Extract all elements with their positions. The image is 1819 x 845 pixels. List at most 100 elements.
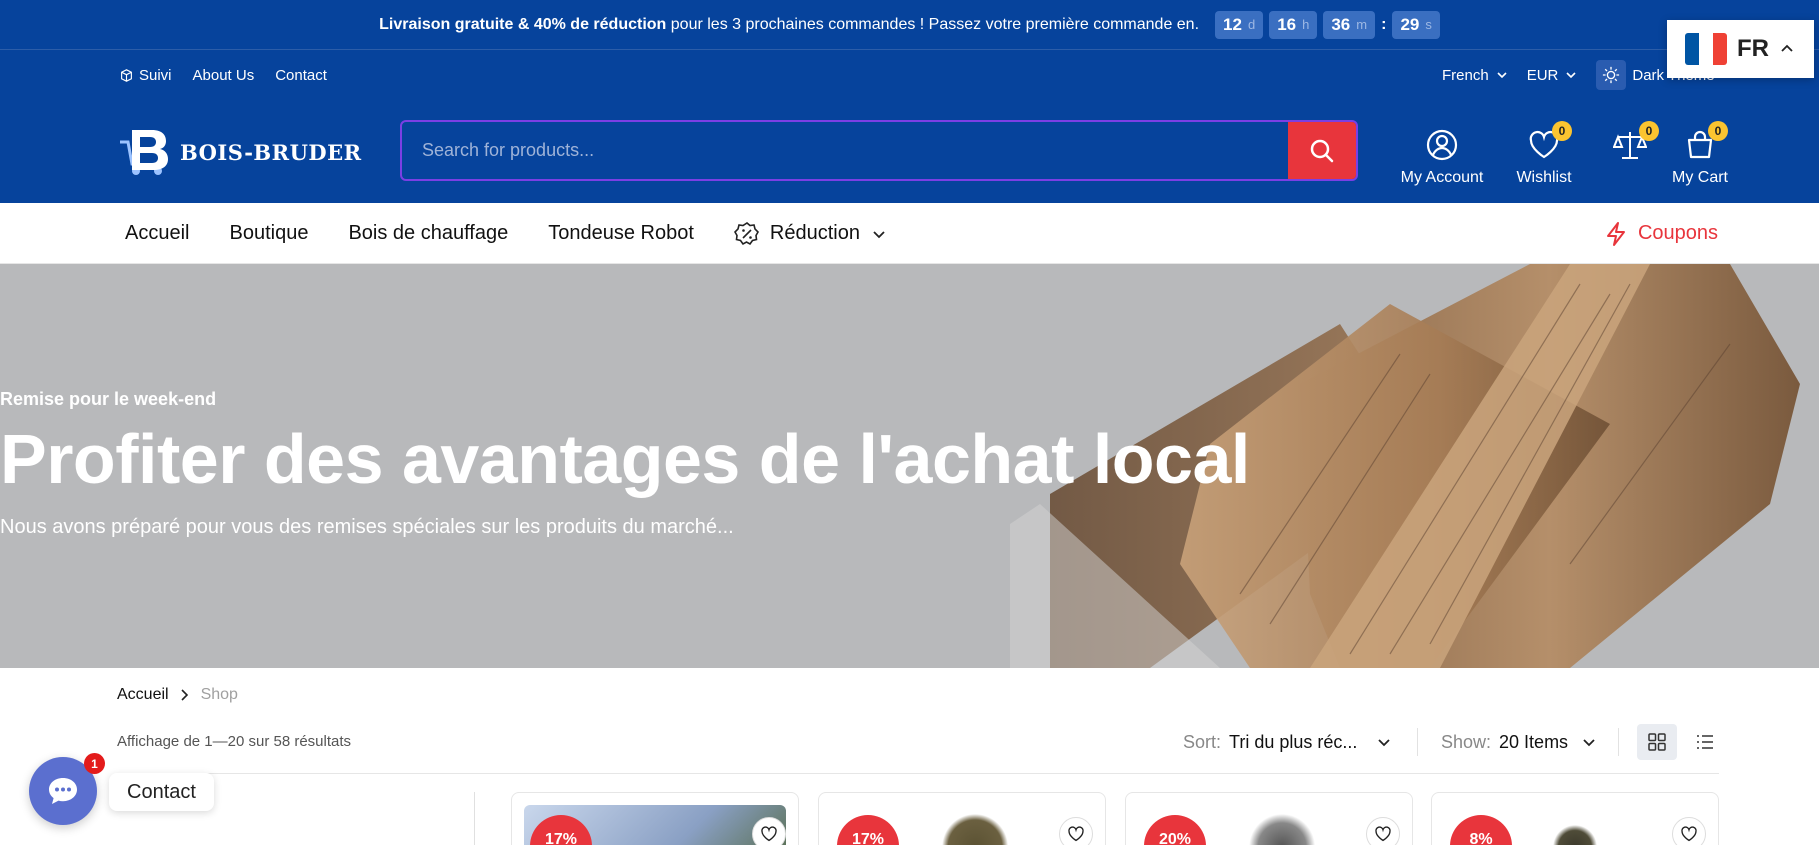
countdown-seconds: 29 s: [1392, 10, 1440, 39]
compare-label-spacer: [1628, 169, 1632, 187]
sort-value: Tri du plus réc...: [1229, 731, 1358, 752]
add-to-wishlist-button[interactable]: [1366, 817, 1400, 845]
logo-text: BOIS-BRUDER: [180, 139, 362, 165]
chat-contact-label[interactable]: Contact: [109, 773, 214, 811]
compare-count-badge: 0: [1639, 121, 1659, 141]
language-select[interactable]: French: [1442, 67, 1509, 84]
product-card[interactable]: 17%: [511, 792, 799, 845]
sort-select[interactable]: Sort: Tri du plus réc...: [1183, 724, 1393, 760]
wishlist-label: Wishlist: [1516, 169, 1572, 186]
show-value: 20 Items: [1499, 731, 1569, 752]
countdown-hours-unit: h: [1302, 17, 1310, 32]
countdown: 12 d 16 h 36 m : 29 s: [1215, 10, 1440, 39]
countdown-separator: :: [1381, 15, 1387, 33]
promo-bold: Livraison gratuite & 40% de réduction: [379, 15, 667, 33]
product-card[interactable]: 20%: [1125, 792, 1413, 845]
countdown-days: 12 d: [1215, 10, 1264, 39]
cart-count-badge: 0: [1708, 121, 1728, 141]
chevron-down-icon: [1566, 72, 1576, 79]
search-input[interactable]: [402, 122, 1288, 179]
nav-item-reduction[interactable]: Réduction: [733, 221, 888, 247]
countdown-seconds-value: 29: [1400, 14, 1420, 34]
chevron-down-icon: [873, 230, 885, 238]
language-switcher[interactable]: FR: [1667, 20, 1814, 78]
view-toggle: [1637, 724, 1725, 760]
add-to-wishlist-button[interactable]: [752, 817, 786, 845]
coupons-link[interactable]: Coupons: [1604, 203, 1718, 264]
search-button[interactable]: [1288, 122, 1356, 179]
promo-bar: Livraison gratuite & 40% de réduction po…: [0, 0, 1819, 49]
countdown-minutes-value: 36: [1331, 14, 1351, 34]
wishlist-count-badge: 0: [1552, 121, 1572, 141]
promo-message: Livraison gratuite & 40% de réduction po…: [379, 16, 1199, 34]
nav-item-accueil[interactable]: Accueil: [125, 222, 189, 245]
add-to-wishlist-button[interactable]: [1059, 817, 1093, 845]
hero-kicker: Remise pour le week-end: [0, 389, 217, 409]
my-account-button[interactable]: My Account: [1392, 117, 1492, 187]
main-nav: Accueil Boutique Bois de chauffage Tonde…: [0, 203, 1819, 264]
search-icon: [1310, 139, 1334, 162]
currency-select[interactable]: EUR: [1527, 67, 1579, 84]
my-cart-button[interactable]: 0 My Cart: [1664, 117, 1736, 187]
breadcrumb: Accueil Shop: [117, 686, 238, 704]
nav-item-reduction-label: Réduction: [769, 222, 860, 244]
chat-launcher-button[interactable]: 1: [29, 753, 105, 825]
box-icon: [121, 68, 132, 82]
list-icon: [1697, 735, 1713, 749]
my-cart-label: My Cart: [1672, 169, 1728, 186]
chat-bubble-icon: [49, 778, 77, 804]
chevron-down-icon: [1497, 72, 1507, 79]
wishlist-button[interactable]: 0 Wishlist: [1492, 117, 1596, 187]
countdown-hours-value: 16: [1277, 14, 1297, 34]
breadcrumb-home[interactable]: Accueil: [117, 686, 169, 704]
compare-button[interactable]: 0: [1596, 117, 1664, 187]
results-count: Affichage de 1—20 sur 58 résultats: [117, 733, 352, 750]
nav-item-bois-de-chauffage[interactable]: Bois de chauffage: [348, 222, 508, 245]
nav-items: Accueil Boutique Bois de chauffage Tonde…: [125, 203, 888, 264]
contact-link[interactable]: Contact: [275, 67, 327, 84]
heart-icon: [1068, 826, 1084, 842]
toolbar-divider: [1618, 728, 1619, 756]
language-value: French: [1442, 66, 1489, 84]
countdown-days-unit: d: [1247, 17, 1256, 32]
hero-title: Profiter des avantages de l'achat local: [0, 420, 1250, 498]
heart-icon: [1375, 826, 1391, 842]
countdown-seconds-unit: s: [1425, 17, 1432, 32]
list-view-button[interactable]: [1685, 724, 1725, 760]
hero-subtitle: Nous avons préparé pour vous des remises…: [0, 516, 734, 538]
cart-logo-icon: [120, 130, 168, 175]
product-card[interactable]: 17%: [818, 792, 1106, 845]
chevron-down-icon: [1378, 739, 1391, 747]
tracking-link[interactable]: Suivi: [120, 67, 172, 84]
france-flag-icon: [1685, 33, 1727, 65]
sidebar-divider: [474, 792, 475, 845]
add-to-wishlist-button[interactable]: [1672, 817, 1706, 845]
chevron-up-icon: [1781, 44, 1793, 52]
search-bar: [400, 120, 1358, 181]
nav-item-boutique[interactable]: Boutique: [229, 222, 308, 245]
grid-view-button[interactable]: [1637, 724, 1677, 760]
divider: [117, 773, 1719, 774]
nav-item-tondeuse-robot[interactable]: Tondeuse Robot: [548, 222, 694, 245]
site-logo[interactable]: BOIS-BRUDER: [116, 126, 362, 178]
countdown-minutes: 36 m: [1323, 10, 1376, 39]
hero-banner: Remise pour le week-end Profiter des ava…: [0, 264, 1819, 668]
heart-icon: [1681, 826, 1697, 842]
lightning-icon: [1606, 221, 1625, 246]
promo-text: pour les 3 prochaines commandes ! Passez…: [670, 15, 1200, 33]
product-card[interactable]: 8%: [1431, 792, 1719, 845]
language-code: FR: [1737, 35, 1769, 62]
countdown-minutes-unit: m: [1356, 17, 1368, 32]
my-account-label: My Account: [1400, 169, 1484, 186]
chevron-down-icon: [1583, 739, 1595, 747]
countdown-days-value: 12: [1223, 14, 1242, 34]
heart-icon: [761, 826, 777, 842]
show-label: Show:: [1441, 731, 1492, 752]
about-us-link[interactable]: About Us: [193, 67, 255, 84]
toolbar-divider: [1417, 728, 1418, 756]
main-header: BOIS-BRUDER My Account 0 Wishlist: [0, 99, 1819, 203]
show-count-select[interactable]: Show: 20 Items: [1441, 724, 1598, 760]
header-actions: My Account 0 Wishlist 0 0 My Cart: [1392, 117, 1736, 187]
chat-notification-badge: 1: [84, 753, 105, 774]
grid-icon: [1648, 733, 1666, 751]
